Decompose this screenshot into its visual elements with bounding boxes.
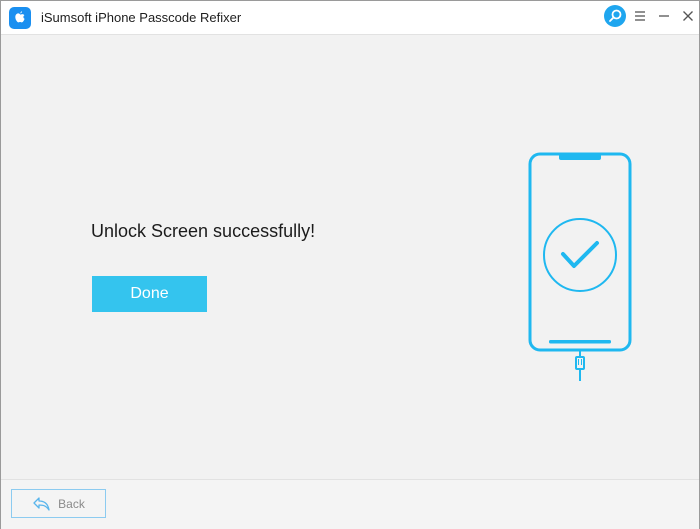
done-button[interactable]: Done — [92, 276, 207, 312]
search-icon — [609, 9, 622, 22]
back-button[interactable]: Back — [11, 489, 106, 518]
search-button[interactable] — [604, 5, 626, 27]
close-button[interactable] — [681, 5, 695, 27]
footer-bar: Back — [1, 479, 699, 529]
app-window: iSumsoft iPhone Passcode Refixer Unlock … — [0, 0, 700, 529]
apple-icon — [9, 7, 31, 29]
minimize-button[interactable] — [657, 5, 671, 27]
title-bar: iSumsoft iPhone Passcode Refixer — [1, 1, 699, 35]
app-title: iSumsoft iPhone Passcode Refixer — [41, 10, 242, 25]
menu-icon — [635, 11, 645, 21]
back-arrow-icon — [33, 496, 50, 511]
main-content: Unlock Screen successfully! Done — [1, 35, 699, 479]
menu-button[interactable] — [633, 5, 647, 27]
phone-check-icon — [528, 152, 632, 381]
close-icon — [683, 11, 693, 21]
minimize-icon — [659, 15, 669, 17]
back-label: Back — [58, 496, 85, 511]
success-message: Unlock Screen successfully! — [91, 221, 316, 241]
